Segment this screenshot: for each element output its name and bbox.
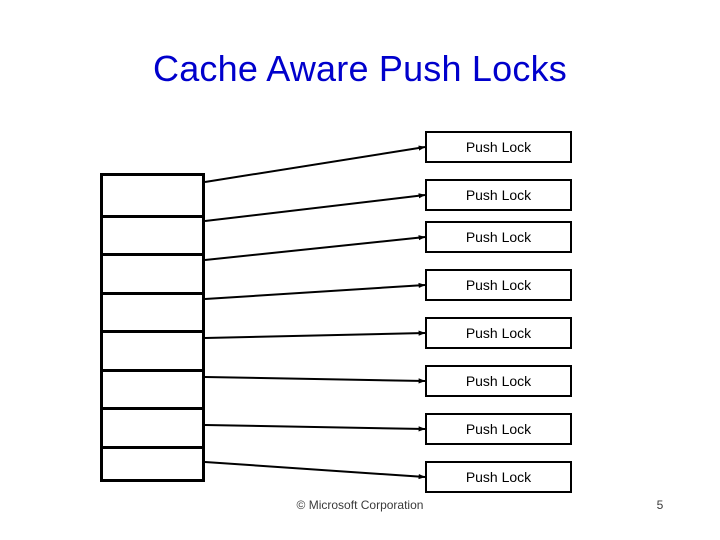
connector-arrow (204, 145, 426, 183)
push-lock-label: Push Lock (465, 139, 532, 155)
page-number: 5 (656, 498, 664, 512)
push-lock-label: Push Lock (465, 229, 532, 245)
push-lock-label: Push Lock (465, 469, 532, 485)
slide-canvas: Cache Aware Push Locks Push Lock Push Lo… (0, 0, 720, 540)
connector-arrow (204, 235, 426, 261)
push-lock-label: Push Lock (465, 325, 532, 341)
cache-stack-divider (103, 368, 202, 372)
push-lock-box[interactable]: Push Lock (425, 269, 572, 301)
push-lock-box[interactable]: Push Lock (425, 221, 572, 253)
push-lock-box[interactable]: Push Lock (425, 179, 572, 211)
cache-stack-divider (103, 407, 202, 410)
connector-arrow (204, 424, 426, 432)
push-lock-label: Push Lock (465, 421, 532, 437)
push-lock-box[interactable]: Push Lock (425, 413, 572, 445)
push-lock-box[interactable]: Push Lock (425, 461, 572, 493)
push-lock-label: Push Lock (465, 277, 532, 293)
footer-copyright: © Microsoft Corporation (296, 498, 424, 512)
cache-aware-push-locks-diagram: Push Lock Push Lock Push Lock Push Lock … (0, 0, 720, 540)
connector-arrow (204, 461, 426, 480)
connector-arrow (204, 282, 426, 300)
connector-arrow (204, 376, 426, 384)
cache-stack-divider (103, 253, 202, 256)
push-lock-label: Push Lock (465, 373, 532, 389)
cache-stack-divider (103, 445, 202, 449)
connector-arrow (204, 330, 426, 339)
push-lock-label: Push Lock (465, 187, 532, 203)
cache-stack-divider (103, 214, 202, 218)
push-lock-box[interactable]: Push Lock (425, 317, 572, 349)
push-lock-box[interactable]: Push Lock (425, 365, 572, 397)
cache-line-stack (100, 173, 205, 482)
connector-arrow (204, 193, 426, 222)
cache-stack-divider (103, 330, 202, 333)
push-lock-box[interactable]: Push Lock (425, 131, 572, 163)
cache-stack-divider (103, 291, 202, 295)
